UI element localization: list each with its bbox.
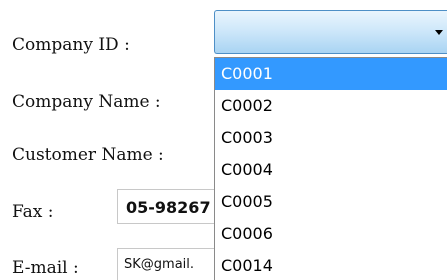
dropdown-option[interactable]: C0005 — [215, 186, 447, 218]
company-id-label: Company ID : — [12, 35, 130, 55]
customer-name-label: Customer Name : — [12, 145, 164, 165]
triangle-down-icon — [435, 30, 443, 35]
company-id-dropdown-list[interactable]: C0001 C0002 C0003 C0004 C0005 C0006 C001… — [214, 57, 447, 280]
dropdown-option[interactable]: C0001 — [215, 58, 447, 90]
fax-label: Fax : — [12, 202, 54, 222]
dropdown-option[interactable]: C0004 — [215, 154, 447, 186]
company-id-select[interactable] — [214, 10, 447, 54]
dropdown-option[interactable]: C0014 — [215, 250, 447, 280]
company-name-label: Company Name : — [12, 92, 161, 112]
dropdown-option[interactable]: C0002 — [215, 90, 447, 122]
dropdown-option[interactable]: C0006 — [215, 218, 447, 250]
email-label: E-mail : — [12, 258, 79, 278]
dropdown-option[interactable]: C0003 — [215, 122, 447, 154]
